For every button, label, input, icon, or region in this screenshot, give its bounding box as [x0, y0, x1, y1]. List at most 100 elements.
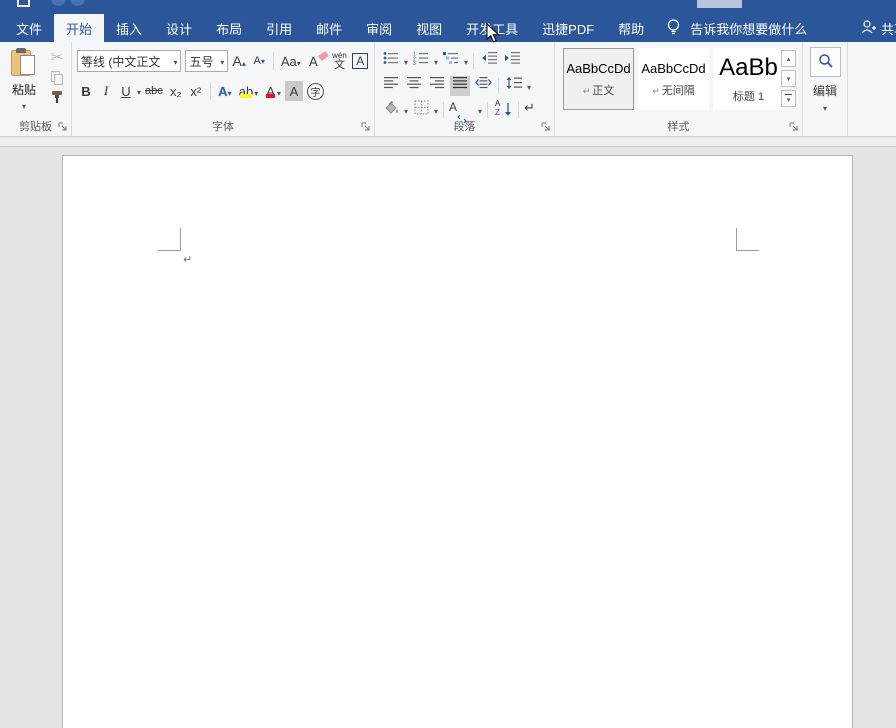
increase-indent-icon[interactable] — [502, 51, 522, 71]
character-border-button[interactable]: A — [351, 51, 370, 71]
bullets-icon[interactable] — [381, 51, 401, 71]
paste-dropdown-arrow[interactable] — [5, 98, 43, 112]
share-label: 共享 — [881, 21, 896, 37]
paste-button[interactable]: 粘贴 — [5, 48, 43, 112]
lightbulb-icon — [666, 18, 681, 39]
superscript-button[interactable]: x² — [187, 81, 205, 101]
enclose-characters-button[interactable]: 字 — [305, 81, 326, 101]
asian-layout-dropdown-arrow[interactable] — [478, 103, 482, 117]
shrink-font-button[interactable]: A — [250, 51, 268, 71]
tab-design[interactable]: 设计 — [154, 14, 204, 42]
group-font: 等线 (中文正文 五号 A A Aa A wén文 A B I U abc x₂ — [72, 42, 375, 136]
font-name-value: 等线 (中文正文 — [81, 54, 161, 69]
text-effects-button[interactable]: A — [216, 81, 234, 101]
style-card-heading1[interactable]: AaBb 标题 1 — [713, 48, 784, 110]
styles-more-button[interactable] — [781, 90, 796, 107]
share-person-icon — [860, 19, 876, 38]
shading-bucket-icon[interactable] — [381, 100, 401, 120]
save-icon[interactable] — [17, 0, 30, 7]
tab-file[interactable]: 文件 — [4, 14, 54, 42]
phonetic-guide-button[interactable]: wén 文 — [330, 51, 348, 71]
multilevel-list-icon[interactable] — [441, 51, 461, 71]
tab-home[interactable]: 开始 — [54, 14, 105, 42]
clipboard-dialog-launcher[interactable] — [58, 122, 68, 132]
decrease-indent-icon[interactable] — [479, 51, 499, 71]
document-page[interactable]: ↵ — [62, 155, 853, 728]
tab-help[interactable]: 帮助 — [606, 14, 656, 42]
undo-icon[interactable] — [51, 0, 66, 6]
borders-dropdown-arrow[interactable] — [434, 103, 438, 117]
align-center-icon[interactable] — [404, 76, 424, 96]
clear-formatting-button[interactable]: A — [304, 50, 330, 71]
share-button[interactable]: 共享 — [860, 14, 896, 42]
subscript-button[interactable]: x₂ — [167, 81, 185, 101]
font-size-dropdown-arrow[interactable] — [220, 54, 224, 68]
group-clipboard: 粘贴 ✂ 剪贴板 — [0, 42, 72, 136]
style-preview: AaBbCcDd — [641, 60, 706, 76]
numbering-icon[interactable]: 123 — [411, 51, 431, 71]
tell-me-box[interactable]: 告诉我你想要做什么 — [656, 14, 817, 42]
bold-button[interactable]: B — [77, 81, 95, 101]
numbering-dropdown-arrow[interactable] — [434, 54, 438, 68]
edit-dropdown-arrow[interactable] — [803, 100, 847, 114]
styles-group-label: 样式 — [667, 121, 690, 133]
highlight-color-bar — [239, 93, 253, 98]
group-paragraph: 123 — [375, 42, 555, 136]
strikethrough-button[interactable]: abc — [143, 81, 165, 101]
underline-button[interactable]: U — [117, 81, 135, 101]
font-size-value: 五号 — [189, 54, 214, 69]
copy-icon[interactable] — [50, 71, 64, 85]
search-icon — [818, 53, 834, 72]
tab-view[interactable]: 视图 — [404, 14, 454, 42]
font-name-dropdown-arrow[interactable] — [173, 54, 177, 68]
asian-layout-button[interactable]: A — [449, 100, 475, 124]
tab-insert[interactable]: 插入 — [104, 14, 154, 42]
multilevel-dropdown-arrow[interactable] — [464, 54, 468, 68]
tab-references[interactable]: 引用 — [254, 14, 304, 42]
font-name-combo[interactable]: 等线 (中文正文 — [77, 50, 182, 72]
grow-font-button[interactable]: A — [230, 51, 248, 71]
ribbon-bottom-strip — [0, 138, 896, 147]
find-button[interactable] — [810, 47, 841, 77]
tab-layout[interactable]: 布局 — [204, 14, 254, 42]
edit-group-button-label[interactable]: 编辑 — [803, 82, 847, 99]
change-case-button[interactable]: Aa — [279, 51, 302, 71]
format-painter-icon[interactable] — [50, 90, 64, 104]
borders-icon[interactable] — [411, 100, 431, 120]
tab-pdf[interactable]: 迅捷PDF — [530, 14, 606, 42]
font-size-combo[interactable]: 五号 — [185, 50, 229, 72]
character-shading-button[interactable]: A — [284, 81, 303, 101]
style-name: 标题 1 — [732, 91, 765, 103]
redo-icon[interactable] — [70, 0, 85, 6]
underline-dropdown-arrow[interactable] — [137, 84, 141, 98]
style-card-normal[interactable]: AaBbCcDd ↵ 正文 — [563, 48, 634, 110]
tab-mailings[interactable]: 邮件 — [304, 14, 354, 42]
font-color-button[interactable]: A — [262, 81, 283, 101]
styles-dialog-launcher[interactable] — [789, 122, 799, 132]
title-bar — [0, 0, 896, 14]
style-card-no-spacing[interactable]: AaBbCcDd ↵ 无间隔 — [638, 48, 709, 110]
cut-icon[interactable]: ✂ — [51, 48, 64, 66]
document-workspace[interactable]: ↵ — [0, 147, 896, 728]
styles-scroll-up-button[interactable] — [781, 50, 796, 67]
italic-button[interactable]: I — [97, 81, 115, 101]
eraser-icon — [318, 50, 330, 62]
tab-review[interactable]: 审阅 — [354, 14, 404, 42]
styles-scroll-down-button[interactable] — [781, 70, 796, 87]
font-dialog-launcher[interactable] — [361, 122, 371, 132]
align-right-icon[interactable] — [427, 76, 447, 96]
style-preview: AaBbCcDd — [566, 60, 631, 76]
paragraph-group-label: 段落 — [453, 121, 476, 133]
shading-dropdown-arrow[interactable] — [404, 103, 408, 117]
show-hide-mark-icon[interactable]: ↵ — [524, 100, 544, 120]
bullets-dropdown-arrow[interactable] — [404, 54, 408, 68]
paragraph-dialog-launcher[interactable] — [541, 122, 551, 132]
highlight-button[interactable]: ab — [236, 81, 260, 101]
justify-icon[interactable] — [450, 76, 470, 96]
mouse-cursor — [486, 22, 500, 49]
line-spacing-icon[interactable] — [504, 76, 524, 96]
sort-icon[interactable]: A Z — [493, 99, 513, 120]
align-left-icon[interactable] — [381, 76, 401, 96]
distribute-icon[interactable] — [473, 76, 493, 96]
line-spacing-dropdown-arrow[interactable] — [527, 79, 531, 93]
